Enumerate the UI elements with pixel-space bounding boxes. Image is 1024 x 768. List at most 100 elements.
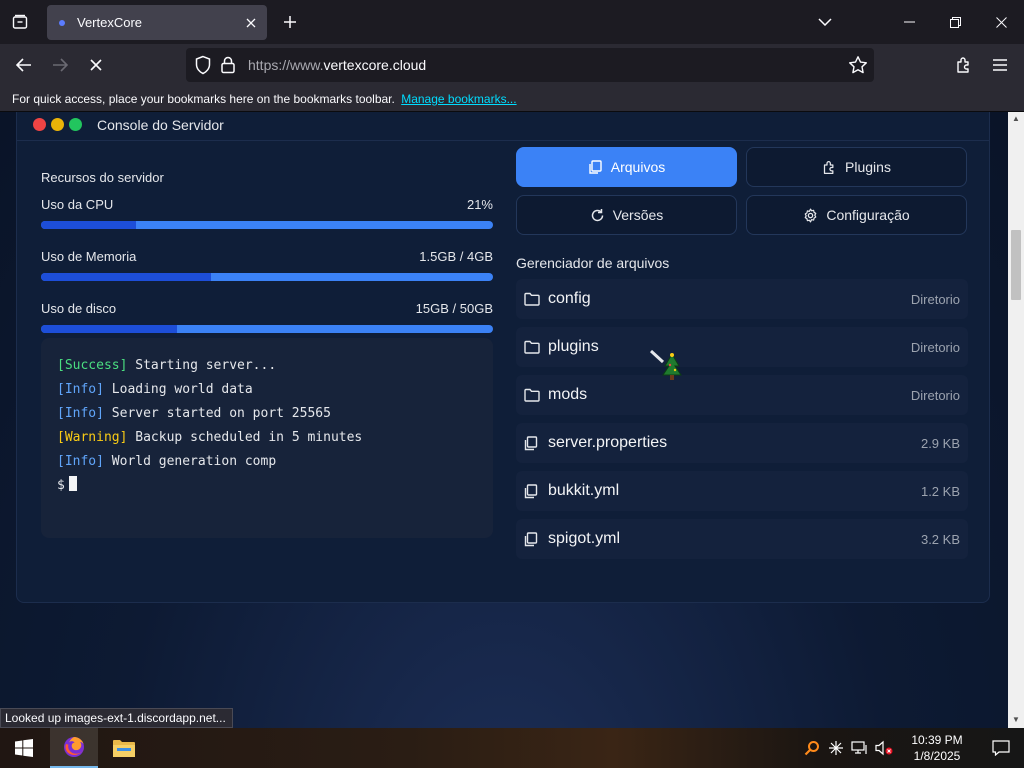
bookmarks-hint: For quick access, place your bookmarks h…: [12, 92, 395, 106]
plugins-button[interactable]: Plugins: [746, 147, 967, 187]
bookmark-star-button[interactable]: [848, 55, 868, 80]
tab-favicon-icon: [59, 19, 65, 26]
text-cursor: [68, 476, 77, 491]
close-icon: [246, 18, 256, 27]
taskbar-clock[interactable]: 10:39 PM 1/8/2025: [902, 732, 972, 764]
list-all-tabs-button[interactable]: [802, 0, 848, 44]
scroll-up-icon[interactable]: ▲: [1012, 114, 1020, 123]
back-button[interactable]: [9, 50, 39, 80]
log-text: World generation comp: [103, 454, 277, 469]
terminal-line: [Info] World generation comp: [57, 450, 477, 474]
forward-button[interactable]: [45, 50, 75, 80]
volume-tray-button[interactable]: [872, 728, 896, 768]
arrow-right-icon: [53, 58, 68, 72]
system-tray: 10:39 PM 1/8/2025: [800, 728, 1024, 768]
plus-icon: [284, 16, 296, 28]
gear-icon: [803, 208, 818, 223]
file-name: config: [548, 290, 591, 307]
firefox-view-button[interactable]: [6, 8, 34, 36]
page-scrollbar[interactable]: ▲ ▼: [1008, 112, 1024, 728]
log-tag: [Info]: [57, 382, 104, 397]
url-prefix: https://www.: [248, 57, 324, 73]
file-name: spigot.yml: [548, 530, 621, 547]
resources-title: Recursos do servidor: [41, 170, 164, 185]
server-terminal[interactable]: [Success] Starting server... [Info] Load…: [41, 338, 493, 538]
terminal-line: [Info] Loading world data: [57, 378, 477, 402]
taskbar-file-explorer[interactable]: [100, 728, 148, 768]
tab-close-button[interactable]: [239, 11, 263, 35]
terminal-prompt[interactable]: $: [57, 474, 477, 498]
panel-title: Console do Servidor: [97, 117, 224, 133]
minimize-button[interactable]: [886, 0, 932, 44]
file-row-spigot-yml[interactable]: spigot.yml 3.2 KB: [516, 519, 968, 559]
windows-logo-icon: [15, 739, 33, 757]
folder-icon: [113, 740, 135, 757]
network-icon: [851, 741, 867, 754]
clock-date: 1/8/2025: [913, 749, 961, 763]
url-text: https://www.vertexcore.cloud: [248, 57, 426, 73]
search-tray-button[interactable]: [800, 728, 824, 768]
network-tray-button[interactable]: [848, 728, 872, 768]
panel-header: Console do Servidor: [17, 112, 989, 141]
close-window-button[interactable]: [978, 0, 1024, 44]
file-icon: [524, 435, 548, 451]
url-domain: vertexcore.cloud: [323, 57, 427, 73]
disk-label: Uso de disco: [41, 301, 117, 316]
file-row-server-properties[interactable]: server.properties 2.9 KB: [516, 423, 968, 463]
address-bar[interactable]: https://www.vertexcore.cloud: [186, 48, 874, 82]
files-label: Arquivos: [610, 159, 666, 175]
restore-button[interactable]: [932, 0, 978, 44]
scroll-down-icon[interactable]: ▼: [1012, 715, 1020, 724]
new-tab-button[interactable]: [277, 9, 303, 35]
notification-icon: [992, 740, 1010, 756]
taskbar-firefox[interactable]: [50, 728, 98, 768]
minimize-icon: [903, 21, 915, 23]
file-meta: Diretorio: [910, 387, 960, 403]
firefox-view-icon: [12, 14, 28, 29]
file-meta: 2.9 KB: [920, 435, 960, 451]
search-icon: [804, 741, 819, 756]
file-row-config[interactable]: config Diretorio: [516, 279, 968, 319]
app-menu-button[interactable]: [985, 50, 1015, 80]
extensions-button[interactable]: [949, 50, 979, 80]
file-row-mods[interactable]: mods Diretorio: [516, 375, 968, 415]
configuration-label: Configuração: [826, 207, 910, 223]
green-dot-icon: [69, 118, 82, 131]
file-meta: 3.2 KB: [920, 531, 960, 547]
lock-icon[interactable]: [220, 55, 236, 80]
log-text: Loading world data: [103, 382, 253, 397]
start-button[interactable]: [0, 728, 48, 768]
cpu-label: Uso da CPU: [41, 197, 114, 212]
tracking-protection-icon[interactable]: [194, 55, 212, 80]
file-name: mods: [548, 386, 588, 403]
versions-label: Versões: [612, 207, 664, 223]
status-panel: Looked up images-ext-1.discordapp.net...: [0, 708, 233, 728]
file-manager-title: Gerenciador de arquivos: [516, 255, 670, 271]
file-row-plugins[interactable]: plugins Diretorio: [516, 327, 968, 367]
scrollbar-thumb[interactable]: [1011, 230, 1021, 300]
tab-vertexcore[interactable]: VertexCore: [47, 5, 267, 40]
action-center-button[interactable]: [978, 728, 1024, 768]
log-tag: [Success]: [57, 358, 128, 373]
arrow-left-icon: [16, 58, 31, 72]
stop-button[interactable]: [81, 50, 111, 80]
terminal-line: [Warning] Backup scheduled in 5 minutes: [57, 426, 477, 450]
star-icon: [849, 56, 867, 74]
server-console-panel: Console do Servidor Recursos do servidor…: [16, 112, 990, 603]
restore-icon: [949, 16, 961, 28]
bluetooth-tray-button[interactable]: [824, 728, 848, 768]
red-dot-icon: [33, 118, 46, 131]
folder-icon: [524, 340, 548, 354]
file-name: server.properties: [548, 434, 668, 451]
configuration-button[interactable]: Configuração: [746, 195, 967, 235]
versions-button[interactable]: Versões: [516, 195, 737, 235]
plugins-label: Plugins: [845, 159, 891, 175]
folder-icon: [524, 388, 548, 402]
files-button[interactable]: Arquivos: [516, 147, 737, 187]
file-meta: 1.2 KB: [920, 483, 960, 499]
file-meta: Diretorio: [910, 339, 960, 355]
manage-bookmarks-link[interactable]: Manage bookmarks...: [401, 92, 516, 106]
file-row-bukkit-yml[interactable]: bukkit.yml 1.2 KB: [516, 471, 968, 511]
memory-label: Uso de Memoria: [41, 249, 137, 264]
disk-value: 15GB / 50GB: [415, 301, 493, 316]
